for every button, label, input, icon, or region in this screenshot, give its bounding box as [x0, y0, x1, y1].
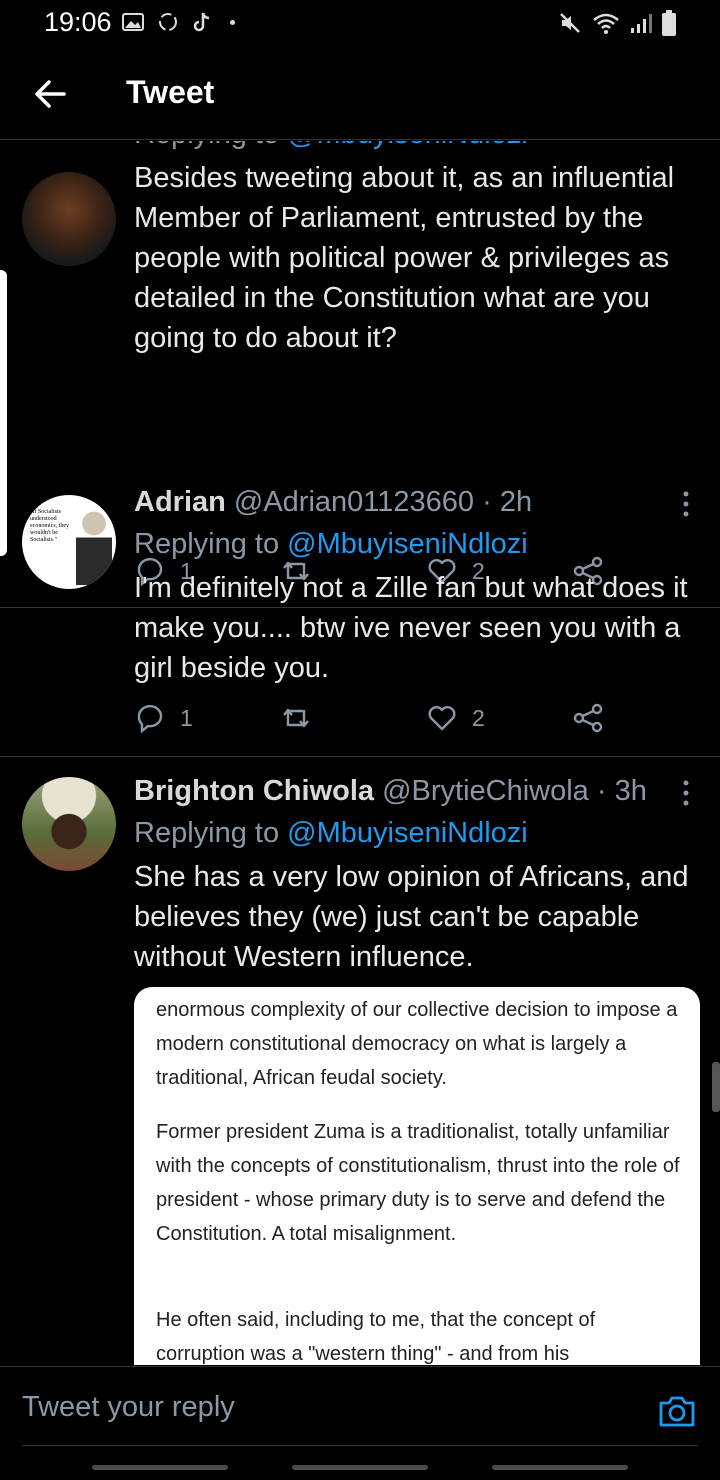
notification-icons	[122, 10, 235, 34]
replying-to: Replying to @MbuyiseniNdlozi	[134, 528, 528, 561]
mute-icon	[560, 13, 580, 33]
reply-icon	[137, 705, 163, 734]
mention-link[interactable]: @MbuyiseniNdlozi	[287, 141, 528, 150]
battery-icon	[662, 10, 676, 36]
tweet-header: Adrian @Adrian01123660 · 2h	[134, 486, 532, 519]
tweet-text: Besides tweeting about it, as an influen…	[134, 162, 675, 354]
author-handle-time: @Adrian01123660 · 2h	[225, 486, 533, 518]
nav-bar-home[interactable]	[292, 1465, 428, 1470]
tweet-actions: 1 2	[134, 702, 604, 738]
reply-feed: Replying to @MbuyiseniNdlozi Besides twe…	[0, 141, 720, 1365]
more-options-icon[interactable]	[680, 779, 692, 807]
more-options-icon[interactable]	[680, 490, 692, 518]
gallery-icon	[122, 13, 144, 31]
nav-bar-recents[interactable]	[92, 1465, 228, 1470]
like-button[interactable]: 2	[426, 702, 485, 734]
avatar-quote-text: "If Socialists understood economics, the…	[30, 509, 69, 543]
heart-icon	[428, 706, 456, 731]
tweet-text: I'm definitely not a Zille fan but what …	[134, 572, 688, 684]
more-notifications-dot	[230, 19, 235, 25]
avatar[interactable]	[22, 172, 116, 266]
back-arrow-icon[interactable]	[30, 74, 70, 114]
mention-link[interactable]: @MbuyiseniNdlozi	[287, 528, 528, 560]
page-title: Tweet	[126, 74, 215, 110]
avatar[interactable]	[22, 777, 116, 871]
share-button[interactable]	[572, 702, 604, 734]
tiktok-icon	[193, 12, 210, 32]
reply-tweet[interactable]: "If Socialists understood economics, the…	[0, 468, 720, 757]
status-bar: 19:06	[0, 0, 720, 46]
replying-to: Replying to @MbuyiseniNdlozi	[134, 817, 528, 850]
scrollbar[interactable]	[712, 1062, 720, 1112]
edge-panel-handle[interactable]	[0, 270, 7, 556]
replying-prefix: Replying to	[134, 528, 288, 560]
attached-image[interactable]: enormous complexity of our collective de…	[134, 987, 700, 1365]
reply-input[interactable]: Tweet your reply	[22, 1391, 235, 1424]
reply-button[interactable]: 1	[134, 702, 193, 734]
share-icon	[573, 703, 603, 733]
divider	[22, 1445, 698, 1446]
reply-count: 1	[180, 704, 193, 731]
replying-prefix: Replying to	[134, 817, 288, 849]
author-name[interactable]: Adrian	[134, 486, 226, 518]
reply-composer: Tweet your reply	[0, 1366, 720, 1480]
system-icons	[558, 10, 676, 36]
signal-icon	[631, 14, 652, 33]
wifi-icon	[593, 13, 619, 34]
nav-bar-back[interactable]	[492, 1465, 628, 1470]
retweet-icon	[283, 708, 309, 728]
tweet-text: She has a very low opinion of Africans, …	[134, 861, 689, 973]
mention-link[interactable]: @MbuyiseniNdlozi	[287, 817, 528, 849]
avatar[interactable]: "If Socialists understood economics, the…	[22, 495, 116, 589]
top-app-bar: Tweet	[0, 46, 720, 140]
replying-prefix: Replying to	[134, 141, 287, 150]
retweet-button[interactable]	[280, 702, 312, 734]
image-text-paragraph: Former president Zuma is a traditionalis…	[156, 1121, 680, 1245]
avatar-portrait	[76, 503, 112, 585]
author-name[interactable]: Brighton Chiwola	[134, 775, 374, 807]
tweet-header: Brighton Chiwola @BrytieChiwola · 3h	[134, 775, 647, 808]
image-text-paragraph: enormous complexity of our collective de…	[156, 999, 678, 1089]
recycle-icon	[159, 13, 177, 31]
image-text-paragraph: He often said, including to me, that the…	[156, 1309, 596, 1365]
replying-to: Replying to @MbuyiseniNdlozi	[134, 141, 528, 151]
author-handle-time: @BrytieChiwola · 3h	[374, 775, 647, 807]
status-time: 19:06	[44, 7, 112, 37]
like-count: 2	[472, 704, 485, 731]
camera-icon[interactable]	[658, 1393, 696, 1429]
